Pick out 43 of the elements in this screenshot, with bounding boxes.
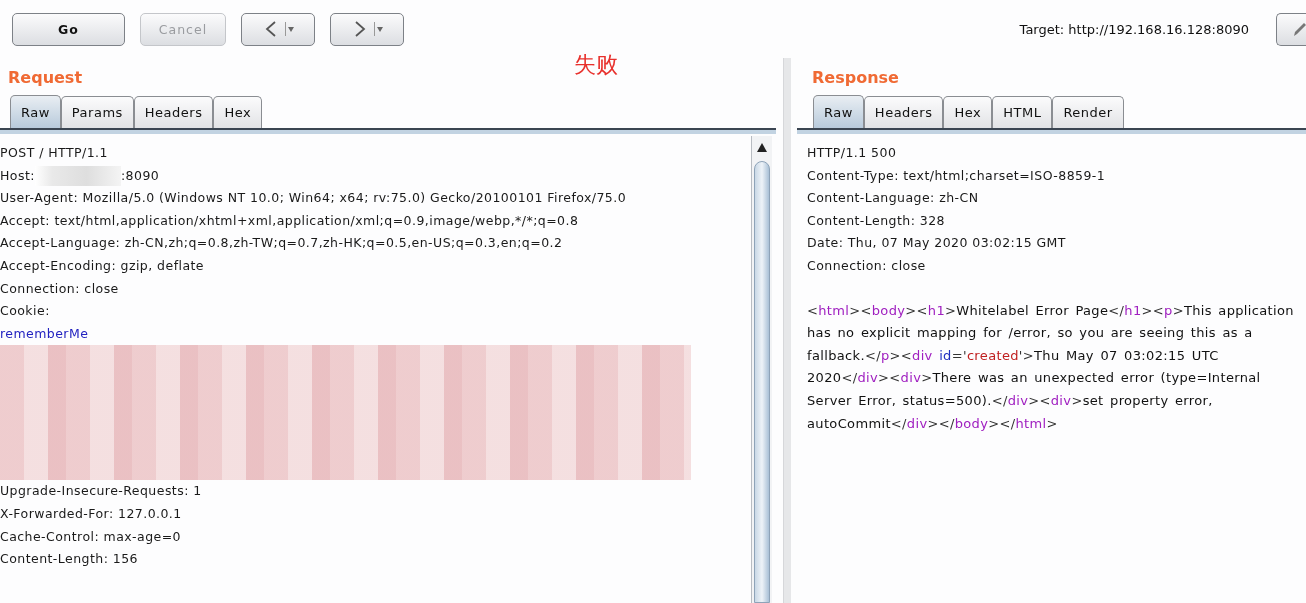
tab[interactable]: Render <box>1052 96 1124 128</box>
tab[interactable]: Params <box>60 96 134 128</box>
annotation-text: 失败 <box>574 51 618 79</box>
tab[interactable]: HTML <box>992 96 1053 128</box>
request-line: Cache-Control: max-age=0 <box>0 528 181 544</box>
header-value: :8090 <box>120 167 160 183</box>
request-line: Connection: close <box>0 280 119 296</box>
caret-down-icon <box>373 22 383 36</box>
request-title: Request <box>8 68 83 89</box>
pencil-icon <box>1292 21 1306 37</box>
request-line: Accept-Encoding: gzip, deflate <box>0 257 204 273</box>
response-body: <html><body><h1>Whitelabel Error Page</h1><p>This application has no explicit mapping for /error, so you are seeing this as a fallback.</p><div id='created'>Thu May 07 03:02:15 UTC 2020</div><div>There was an unexpected error (type=Internal Server Error, status=500).</div><div>set property error, autoCommit</div></body></html> <box>807 301 1295 433</box>
scrollbar[interactable] <box>751 136 772 603</box>
request-line: Content-Length: 156 <box>0 551 138 567</box>
tab[interactable]: Hex <box>213 96 263 128</box>
header-name: Host: <box>0 167 35 183</box>
request-line: Cookie: <box>0 303 50 319</box>
tab[interactable]: Hex <box>943 96 993 128</box>
response-line: HTTP/1.1 500 <box>807 145 897 160</box>
request-line: User-Agent: Mozilla/5.0 (Windows NT 10.0; Win64; x64; rv:75.0) Gecko/20100101 Firefox/75.0 <box>0 190 627 206</box>
response-line: Date: Thu, 07 May 2020 03:02:15 GMT <box>807 235 1066 251</box>
tab[interactable]: Headers <box>133 96 214 128</box>
response-line: Content-Length: 328 <box>807 212 945 228</box>
forward-button[interactable] <box>330 12 404 46</box>
cookie-name: rememberMe <box>0 325 89 341</box>
response-line: Content-Type: text/html;charset=ISO-8859-1 <box>807 167 1106 183</box>
response-title: Response <box>812 68 899 89</box>
response-line: Content-Language: zh-CN <box>807 190 979 206</box>
request-line: POST / HTTP/1.1 <box>0 145 108 160</box>
request-line: Upgrade-Insecure-Requests: 1 <box>0 483 202 499</box>
target-url: Target: http://192.168.16.128:8090 <box>1019 21 1249 37</box>
request-line: X-Forwarded-For: 127.0.0.1 <box>0 505 182 521</box>
response-line: Connection: close <box>807 257 926 273</box>
edit-button[interactable] <box>1276 12 1306 46</box>
tab[interactable]: Raw <box>813 95 864 128</box>
caret-down-icon <box>284 22 294 36</box>
tab[interactable]: Raw <box>10 95 61 128</box>
arrow-up-icon <box>757 142 767 152</box>
go-button[interactable]: Go <box>12 12 125 46</box>
request-line: Accept: text/html,application/xhtml+xml,application/xml;q=0.9,image/webp,*/*;q=0.8 <box>0 212 579 228</box>
back-button[interactable] <box>241 12 315 46</box>
tab[interactable]: Headers <box>863 96 944 128</box>
request-line: Accept-Language: zh-CN,zh;q=0.8,zh-TW;q=0.7,zh-HK;q=0.5,en-US;q=0.3,en;q=0.2 <box>0 235 563 251</box>
